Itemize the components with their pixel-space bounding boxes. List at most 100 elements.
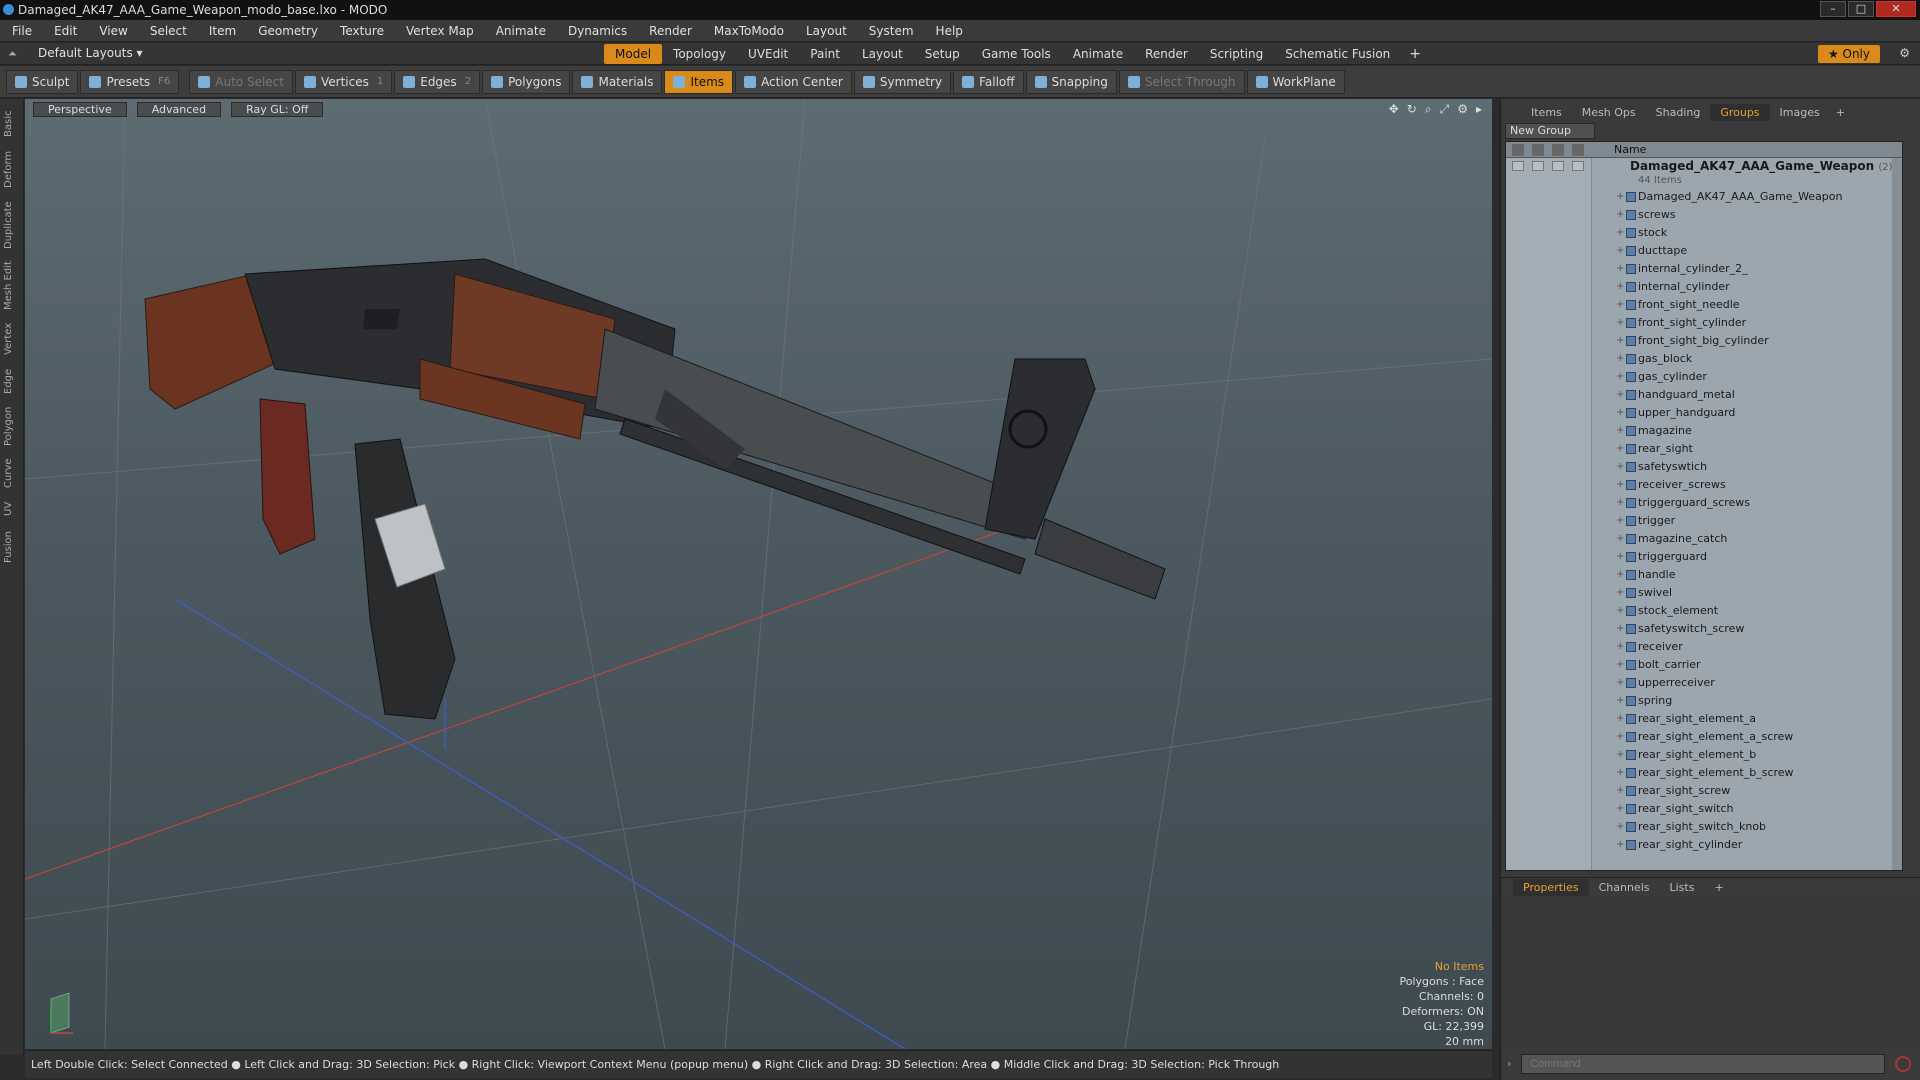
shading-mode-button[interactable]: Advanced [136, 101, 222, 117]
menu-select[interactable]: Select [150, 24, 187, 38]
tab-schematic-fusion[interactable]: Schematic Fusion [1274, 44, 1401, 64]
expand-icon[interactable]: + [1616, 818, 1624, 836]
tab-game-tools[interactable]: Game Tools [971, 44, 1062, 64]
vtab-curve[interactable]: Curve [3, 455, 21, 491]
expand-icon[interactable]: + [1616, 566, 1624, 584]
list-item[interactable]: + Damaged_AK47_AAA_Game_Weapon [1506, 188, 1902, 206]
expand-icon[interactable]: + [1616, 206, 1624, 224]
expand-icon[interactable]: + [1616, 764, 1624, 782]
vtab-mesh-edit[interactable]: Mesh Edit [3, 259, 21, 313]
list-item[interactable]: + bolt_carrier [1506, 656, 1902, 674]
expand-icon[interactable]: + [1616, 314, 1624, 332]
list-item[interactable]: + safetyswitch_screw [1506, 620, 1902, 638]
expand-icon[interactable]: + [1616, 494, 1624, 512]
expand-icon[interactable]: + [1616, 638, 1624, 656]
menu-vertex-map[interactable]: Vertex Map [406, 24, 474, 38]
tab-paint[interactable]: Paint [799, 44, 851, 64]
expand-icon[interactable]: + [1616, 224, 1624, 242]
tab-topology[interactable]: Topology [662, 44, 737, 64]
list-item[interactable]: + rear_sight_cylinder [1506, 836, 1902, 854]
list-item[interactable]: + rear_sight_element_a_screw [1506, 728, 1902, 746]
name-column-header[interactable]: Name [1614, 143, 1646, 156]
list-item[interactable]: + internal_cylinder_2_ [1506, 260, 1902, 278]
expand-icon[interactable]: + [1616, 350, 1624, 368]
raygl-button[interactable]: Ray GL: Off [231, 101, 324, 117]
list-item[interactable]: + stock [1506, 224, 1902, 242]
list-item[interactable]: + receiver_screws [1506, 476, 1902, 494]
list-item[interactable]: + upperreceiver [1506, 674, 1902, 692]
list-item[interactable]: + upper_handguard [1506, 404, 1902, 422]
list-scrollbar[interactable] [1892, 158, 1902, 870]
materials-button[interactable]: Materials [572, 69, 663, 94]
tab-setup[interactable]: Setup [914, 44, 971, 64]
vtab-fusion[interactable]: Fusion [3, 527, 21, 567]
expand-icon[interactable]: + [1616, 188, 1624, 206]
tab-animate[interactable]: Animate [1062, 44, 1134, 64]
collapse-icon[interactable]: ⏶ [8, 47, 17, 61]
expand-icon[interactable]: + [1616, 800, 1624, 818]
close-button[interactable]: ✕ [1876, 1, 1916, 17]
list-item[interactable]: + front_sight_needle [1506, 296, 1902, 314]
list-item[interactable]: + handle [1506, 566, 1902, 584]
list-item[interactable]: + safetyswtich [1506, 458, 1902, 476]
expand-icon[interactable]: + [1616, 422, 1624, 440]
select-through-button[interactable]: Select Through [1118, 69, 1245, 94]
items-button[interactable]: Items [664, 69, 734, 94]
menu-file[interactable]: File [12, 24, 32, 38]
list-item[interactable]: + gas_cylinder [1506, 368, 1902, 386]
list-item[interactable]: + rear_sight_switch [1506, 800, 1902, 818]
vtab-basic[interactable]: Basic [3, 107, 21, 141]
command-input[interactable] [1521, 1054, 1885, 1074]
symmetry-button[interactable]: Symmetry [853, 69, 952, 94]
expand-icon[interactable]: + [1616, 332, 1624, 350]
menu-view[interactable]: View [99, 24, 127, 38]
fit-icon[interactable]: ⤢ [1440, 102, 1450, 117]
list-item[interactable]: + rear_sight_element_b_screw [1506, 764, 1902, 782]
tab-groups[interactable]: Groups [1710, 103, 1770, 121]
expand-arrow-icon[interactable]: ▸ [1476, 102, 1482, 117]
tab-render[interactable]: Render [1134, 44, 1199, 64]
list-item[interactable]: + rear_sight_switch_knob [1506, 818, 1902, 836]
menu-dynamics[interactable]: Dynamics [568, 24, 627, 38]
expand-icon[interactable]: + [1616, 386, 1624, 404]
add-panel-tab-button[interactable]: + [1830, 106, 1845, 119]
new-group-button[interactable]: New Group [1505, 123, 1595, 139]
list-item[interactable]: + handguard_metal [1506, 386, 1902, 404]
group-row[interactable]: Damaged_AK47_AAA_Game_Weapon (2) : Gr ..… [1506, 158, 1902, 174]
list-item[interactable]: + screws [1506, 206, 1902, 224]
tab-images[interactable]: Images [1770, 104, 1830, 121]
list-item[interactable]: + ducttape [1506, 242, 1902, 260]
expand-icon[interactable]: + [1616, 746, 1624, 764]
command-arrow-icon[interactable]: › [1507, 1057, 1511, 1070]
tab-mesh-ops[interactable]: Mesh Ops [1572, 104, 1646, 121]
edges-button[interactable]: Edges 2 [394, 69, 481, 94]
expand-icon[interactable]: + [1616, 458, 1624, 476]
gear-icon[interactable]: ⚙ [1899, 46, 1910, 60]
expand-icon[interactable]: + [1616, 278, 1624, 296]
tab-uvedit[interactable]: UVEdit [737, 44, 799, 64]
workplane-button[interactable]: WorkPlane [1246, 69, 1345, 94]
menu-maxtomodo[interactable]: MaxToModo [714, 24, 784, 38]
expand-icon[interactable]: + [1616, 260, 1624, 278]
expand-icon[interactable]: + [1616, 530, 1624, 548]
expand-icon[interactable]: + [1616, 440, 1624, 458]
tab-scripting[interactable]: Scripting [1199, 44, 1274, 64]
expand-icon[interactable]: + [1616, 548, 1624, 566]
presets-button[interactable]: Presets F6 [80, 69, 180, 94]
expand-icon[interactable]: + [1616, 728, 1624, 746]
list-item[interactable]: + gas_block [1506, 350, 1902, 368]
sculpt-button[interactable]: Sculpt [6, 69, 79, 94]
list-item[interactable]: + triggerguard_screws [1506, 494, 1902, 512]
ak47-model[interactable] [144, 258, 1166, 720]
expand-icon[interactable]: + [1616, 782, 1624, 800]
list-item[interactable]: + front_sight_big_cylinder [1506, 332, 1902, 350]
3d-viewport[interactable]: Perspective Advanced Ray GL: Off ✥ ↻ ⌕ ⤢… [25, 99, 1492, 1049]
snapping-button[interactable]: Snapping [1025, 69, 1117, 94]
vertices-button[interactable]: Vertices 1 [294, 69, 393, 94]
menu-layout[interactable]: Layout [806, 24, 847, 38]
tab-layout[interactable]: Layout [851, 44, 914, 64]
layout-dropdown[interactable]: Default Layouts ▾ [38, 46, 143, 60]
expand-icon[interactable]: + [1616, 692, 1624, 710]
expand-icon[interactable]: + [1616, 476, 1624, 494]
rotate-icon[interactable]: ↻ [1407, 102, 1417, 117]
